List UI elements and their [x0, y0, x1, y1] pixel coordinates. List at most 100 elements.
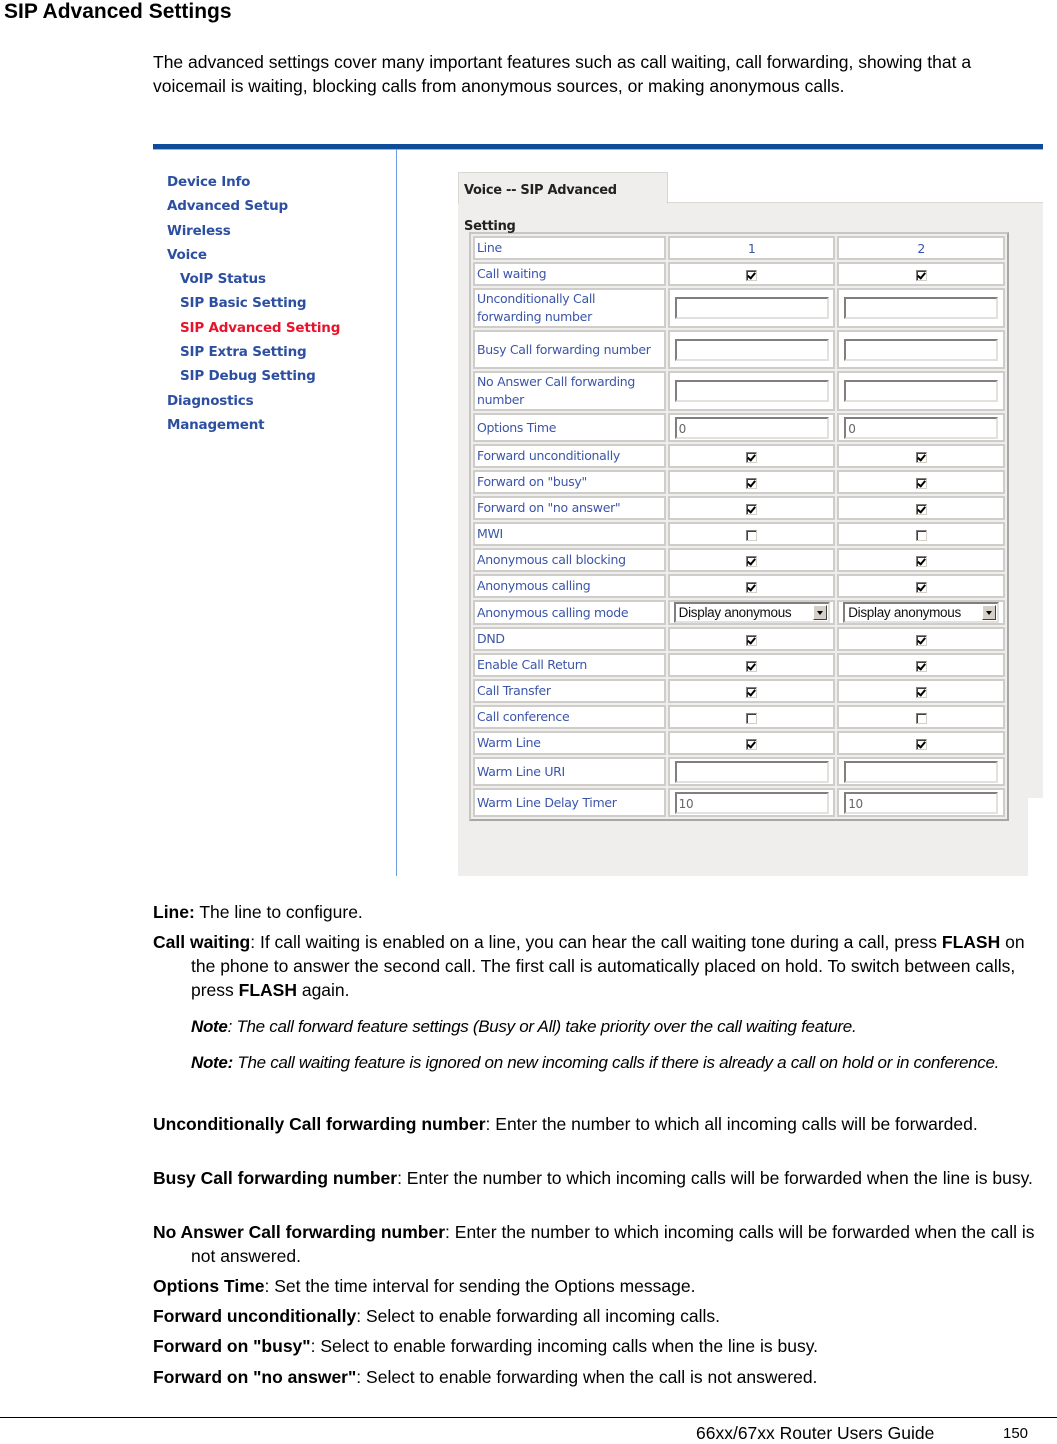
cell-anonymous-call-blocking-line-2	[837, 548, 1005, 572]
checkbox-warm-line-line-2[interactable]	[915, 738, 927, 750]
description-forward-on-no-answer: Forward on "no answer": Select to enable…	[153, 1365, 1053, 1389]
cell-anonymous-calling-line-1	[667, 574, 836, 598]
checkbox-call-conference-line-1[interactable]	[746, 712, 758, 724]
description-no-answer-call-forwarding-number: No Answer Call forwarding number: Enter …	[153, 1220, 1053, 1268]
table-row: Enable Call Return	[473, 653, 1005, 677]
row-label-no-answer-call-forwarding-number: No Answer Call forwarding number	[473, 371, 666, 411]
checkbox-warm-line-line-1[interactable]	[746, 738, 758, 750]
input-warm-line-delay-timer-line-1[interactable]: 10	[674, 791, 829, 814]
row-label-warm-line-uri: Warm Line URI	[473, 757, 666, 786]
input-warm-line-uri-line-2[interactable]	[844, 760, 999, 783]
checkbox-call-conference-line-2[interactable]	[915, 712, 927, 724]
description-unconditionally-call-forwarding-number: Unconditionally Call forwarding number: …	[153, 1112, 1053, 1136]
description-options-time: Options Time: Set the time interval for …	[153, 1274, 1053, 1298]
cell-mwi-line-1	[667, 522, 836, 546]
table-row: Forward on "no answer"	[473, 496, 1005, 520]
footer-rule	[0, 1417, 1057, 1418]
sidebar-item-voip-status[interactable]: VoIP Status	[167, 267, 340, 291]
table-row: MWI	[473, 522, 1005, 546]
input-warm-line-uri-line-1[interactable]	[674, 760, 829, 783]
sidebar-item-advanced-setup[interactable]: Advanced Setup	[167, 194, 340, 218]
cell-dnd-line-1	[667, 627, 836, 651]
checkbox-forward-on-busy-line-1[interactable]	[746, 477, 758, 489]
checkbox-forward-on-no-answer-line-1[interactable]	[746, 503, 758, 515]
table-row: Anonymous call blocking	[473, 548, 1005, 572]
checkbox-anonymous-calling-line-2[interactable]	[915, 581, 927, 593]
cell-busy-call-forwarding-number-line-1	[667, 330, 836, 369]
row-label-call-transfer: Call Transfer	[473, 679, 666, 703]
row-label-warm-line-delay-timer: Warm Line Delay Timer	[473, 788, 666, 817]
checkbox-dnd-line-2[interactable]	[915, 634, 927, 646]
header-line-2: 2	[837, 236, 1005, 260]
checkbox-call-transfer-line-1[interactable]	[746, 686, 758, 698]
cell-call-conference-line-2	[837, 705, 1005, 729]
cell-no-answer-call-forwarding-number-line-1	[667, 371, 836, 411]
sidebar-nav: Device Info Advanced Setup Wireless Voice Vo…	[167, 170, 340, 437]
checkbox-anonymous-calling-line-1[interactable]	[746, 581, 758, 593]
cell-forward-on-no-answer-line-1	[667, 496, 836, 520]
input-options-time-line-1[interactable]: 0	[674, 416, 829, 439]
checkbox-anonymous-call-blocking-line-2[interactable]	[915, 555, 927, 567]
sidebar-item-voice[interactable]: Voice	[167, 243, 340, 267]
checkbox-call-waiting-line-1[interactable]	[746, 269, 758, 281]
cell-call-transfer-line-1	[667, 679, 836, 703]
cell-anonymous-calling-mode-line-1: Display anonymous	[667, 600, 836, 625]
input-busy-call-forwarding-number-line-1[interactable]	[674, 338, 829, 361]
checkbox-call-waiting-line-2[interactable]	[915, 269, 927, 281]
cell-warm-line-delay-timer-line-1: 10	[667, 788, 836, 817]
checkbox-forward-unconditionally-line-2[interactable]	[915, 451, 927, 463]
sidebar-item-sip-debug-setting[interactable]: SIP Debug Setting	[167, 364, 340, 388]
description-term: Forward unconditionally	[153, 1306, 357, 1326]
select-anonymous-calling-mode-line-2[interactable]: Display anonymous	[843, 602, 1000, 623]
row-label-unconditionally-call-forwarding-number: Unconditionally Call forwarding number	[473, 288, 666, 328]
checkbox-dnd-line-1[interactable]	[746, 634, 758, 646]
sidebar-item-wireless[interactable]: Wireless	[167, 219, 340, 243]
description-text: The line to configure.	[194, 902, 363, 922]
checkbox-forward-on-busy-line-2[interactable]	[915, 477, 927, 489]
settings-panel: Voice -- SIP Advanced Setting Line 1 2 C…	[458, 172, 1043, 876]
description-text: Select to enable forwarding when the cal…	[361, 1367, 818, 1387]
checkbox-mwi-line-1[interactable]	[746, 529, 758, 541]
cell-anonymous-call-blocking-line-1	[667, 548, 836, 572]
cell-mwi-line-2	[837, 522, 1005, 546]
input-no-answer-call-forwarding-number-line-2[interactable]	[844, 380, 999, 402]
description-text: Set the time interval for sending the Op…	[269, 1276, 696, 1296]
cell-warm-line-uri-line-2	[837, 757, 1005, 786]
input-warm-line-delay-timer-line-2[interactable]: 10	[844, 791, 999, 814]
checkbox-enable-call-return-line-2[interactable]	[915, 660, 927, 672]
checkbox-call-transfer-line-2[interactable]	[915, 686, 927, 698]
input-no-answer-call-forwarding-number-line-1[interactable]	[674, 380, 829, 402]
checkbox-anonymous-call-blocking-line-1[interactable]	[746, 555, 758, 567]
description-text: Enter the number to which all incoming c…	[490, 1114, 978, 1134]
input-busy-call-forwarding-number-line-2[interactable]	[844, 338, 999, 361]
input-unconditionally-call-forwarding-number-line-1[interactable]	[674, 297, 829, 319]
checkbox-mwi-line-2[interactable]	[915, 529, 927, 541]
row-label-busy-call-forwarding-number: Busy Call forwarding number	[473, 330, 666, 369]
select-anonymous-calling-mode-line-1[interactable]: Display anonymous	[673, 602, 830, 623]
sidebar-item-management[interactable]: Management	[167, 413, 340, 437]
dropdown-arrow-icon[interactable]	[812, 605, 827, 620]
cell-warm-line-delay-timer-line-2: 10	[837, 788, 1005, 817]
dropdown-arrow-icon[interactable]	[982, 605, 997, 620]
cell-options-time-line-1: 0	[667, 413, 836, 442]
sidebar-divider	[396, 149, 397, 876]
checkbox-forward-on-no-answer-line-2[interactable]	[915, 503, 927, 515]
router-ui-screenshot: Device Info Advanced Setup Wireless Voice Vo…	[153, 144, 1043, 876]
sip-advanced-settings-table: Line 1 2 Call waiting Unconditionally Cal…	[469, 232, 1009, 821]
cell-unconditionally-call-forwarding-number-line-2	[837, 288, 1005, 328]
header-line-1: 1	[667, 236, 836, 260]
table-row: No Answer Call forwarding number	[473, 371, 1005, 411]
sidebar-item-sip-basic-setting[interactable]: SIP Basic Setting	[167, 291, 340, 315]
sidebar-item-diagnostics[interactable]: Diagnostics	[167, 389, 340, 413]
description-term: Line:	[153, 902, 195, 922]
table-row: Options Time 0 0	[473, 413, 1005, 442]
sidebar-item-sip-extra-setting[interactable]: SIP Extra Setting	[167, 340, 340, 364]
checkbox-enable-call-return-line-1[interactable]	[746, 660, 758, 672]
input-options-time-line-2[interactable]: 0	[844, 416, 999, 439]
sidebar-item-device-info[interactable]: Device Info	[167, 170, 340, 194]
sidebar-item-sip-advanced-setting[interactable]: SIP Advanced Setting	[167, 316, 340, 340]
cell-no-answer-call-forwarding-number-line-2	[837, 371, 1005, 411]
table-row: Unconditionally Call forwarding number	[473, 288, 1005, 328]
checkbox-forward-unconditionally-line-1[interactable]	[746, 451, 758, 463]
input-unconditionally-call-forwarding-number-line-2[interactable]	[844, 297, 999, 319]
